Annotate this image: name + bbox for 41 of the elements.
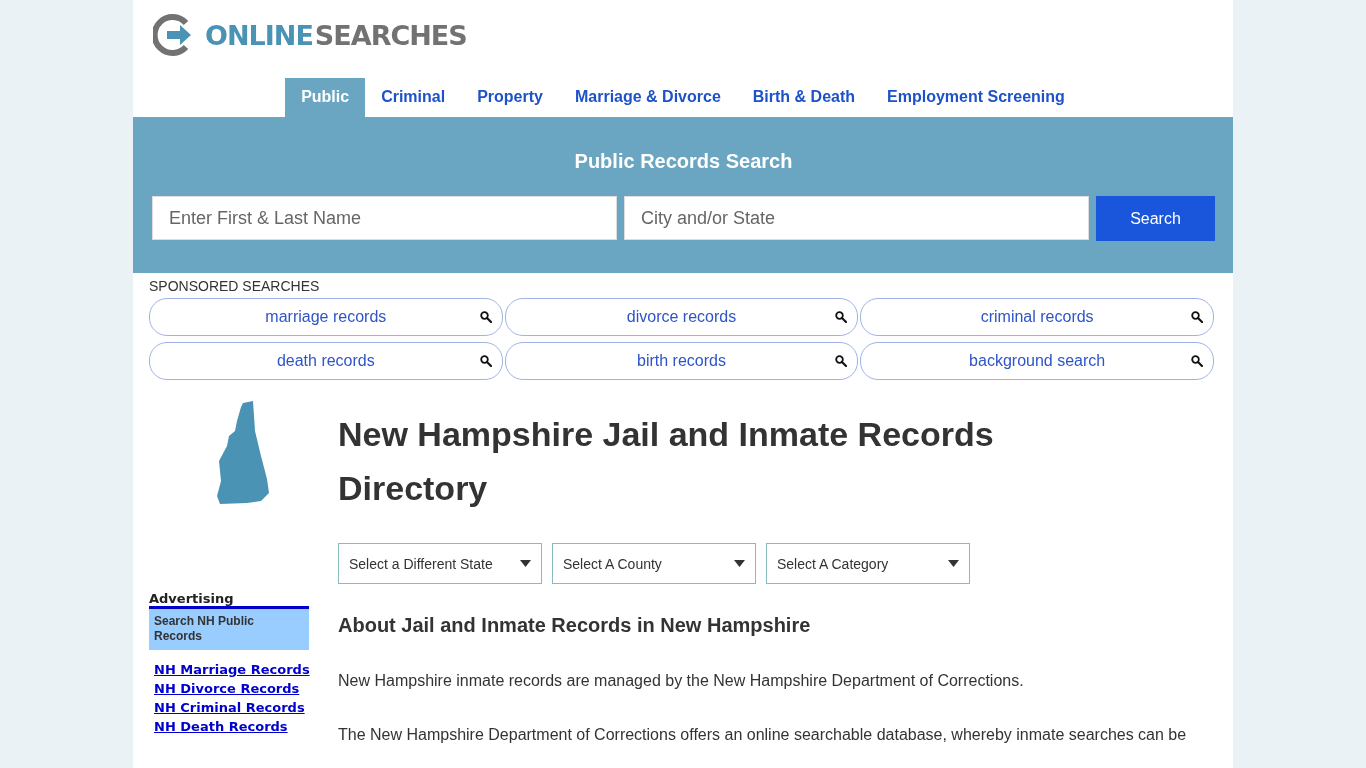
sidebar-link[interactable]: NH Criminal Records <box>154 700 305 715</box>
sponsored-search-link[interactable]: birth records <box>504 342 859 380</box>
sponsored-heading: SPONSORED SEARCHES <box>149 278 321 294</box>
sponsored-search-link[interactable]: divorce records <box>504 298 859 336</box>
search-icon <box>1191 355 1203 367</box>
select-dropdown[interactable]: Select a Different State <box>338 543 542 584</box>
name-field[interactable]: Enter First & Last Name <box>152 196 617 240</box>
sidebar-link[interactable]: NH Death Records <box>154 719 288 734</box>
section-heading: About Jail and Inmate Records in New Hampshire <box>338 614 812 637</box>
search-icon <box>479 311 492 323</box>
nav-tab[interactable]: Property <box>461 78 559 117</box>
sponsored-search-link[interactable]: death records <box>149 342 503 380</box>
nav-tab[interactable]: Birth & Death <box>736 78 872 117</box>
search-button[interactable]: Search <box>1096 196 1215 241</box>
search-icon <box>835 311 848 323</box>
select-dropdown[interactable]: Select A County <box>552 543 756 584</box>
nav-tab[interactable]: Employment Screening <box>871 78 1081 117</box>
search-icon <box>835 355 848 367</box>
search-icon <box>479 355 492 367</box>
nav-tab[interactable]: Criminal <box>365 78 462 117</box>
logo-text: SEARCHES <box>314 19 467 51</box>
caret-icon <box>734 560 745 567</box>
caret-icon <box>948 560 959 567</box>
location-field[interactable]: City and/or State <box>624 196 1089 240</box>
search-title: Public Records Search <box>573 150 794 173</box>
caret-icon <box>520 560 531 567</box>
paragraph: New Hampshire inmate records are managed by the New Hampshire Department of Corrections. <box>338 671 1025 691</box>
search-records-box: Search NH Public Records <box>149 606 309 650</box>
page-title: New Hampshire Jail and Inmate Records Directory <box>338 414 995 509</box>
select-dropdown[interactable]: Select A Category <box>766 543 970 584</box>
search-icon <box>1191 311 1203 323</box>
paragraph: The New Hampshire Department of Corrections offers an online searchable database, whereby inmate searches can be <box>338 725 1188 745</box>
sponsored-search-link[interactable]: criminal records <box>860 298 1214 336</box>
sidebar-link[interactable]: NH Marriage Records <box>154 662 310 677</box>
advertising-heading: Advertising <box>149 591 235 606</box>
state-map-icon <box>217 401 271 505</box>
sponsored-search-link[interactable]: marriage records <box>149 298 503 336</box>
sidebar-link[interactable]: NH Divorce Records <box>154 681 300 696</box>
logo-text: ONLINE <box>205 19 313 51</box>
nav-tab[interactable]: Marriage & Divorce <box>558 78 737 117</box>
sponsored-search-link[interactable]: background search <box>860 342 1214 380</box>
